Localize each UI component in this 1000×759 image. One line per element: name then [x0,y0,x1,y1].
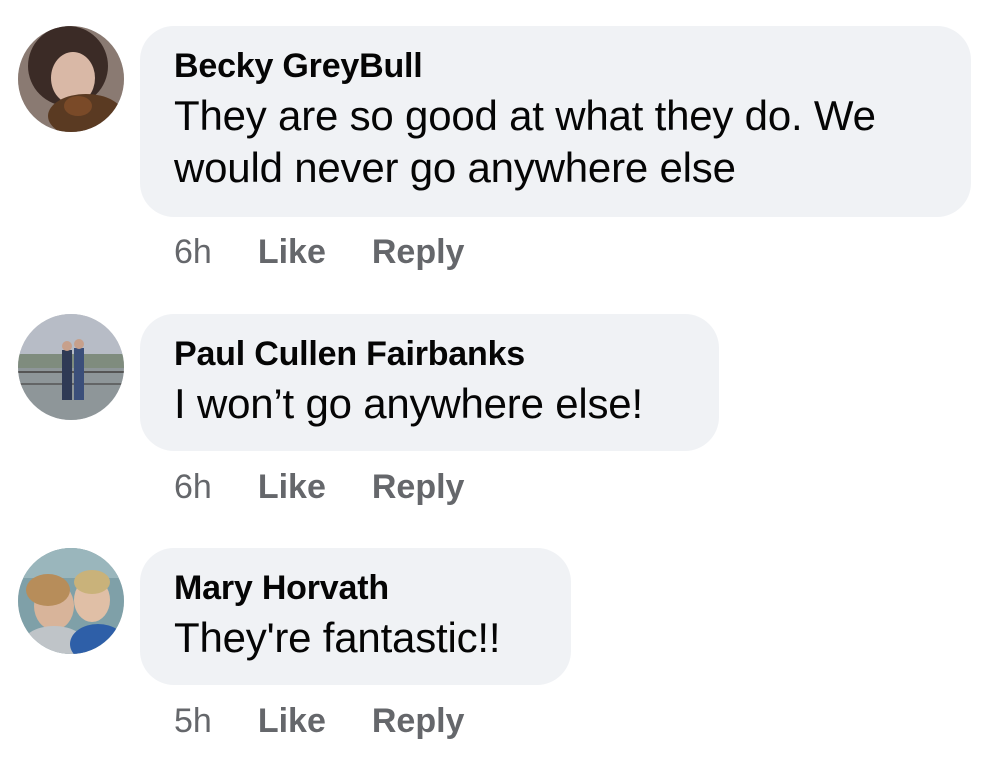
avatar[interactable] [18,314,124,420]
avatar-photo [18,26,124,132]
like-button[interactable]: Like [258,702,326,741]
comment-actions: 5h Like Reply [174,699,510,743]
comment-bubble: Becky GreyBull They are so good at what … [140,26,971,217]
comment-author[interactable]: Mary Horvath [174,568,537,608]
reply-button[interactable]: Reply [372,233,465,272]
comment-author[interactable]: Becky GreyBull [174,46,937,86]
comment-actions: 6h Like Reply [174,230,510,274]
like-button[interactable]: Like [258,468,326,507]
comment-text: I won’t go anywhere else! [174,380,643,427]
comment-text: They're fantastic!! [174,614,501,661]
reply-button[interactable]: Reply [372,468,465,507]
comment-actions: 6h Like Reply [174,465,510,509]
comment-bubble: Mary Horvath They're fantastic!! [140,548,571,685]
comment-text: They are so good at what they do. We wou… [174,92,876,191]
avatar-photo [18,314,124,420]
avatar[interactable] [18,548,124,654]
avatar[interactable] [18,26,124,132]
comment-timestamp[interactable]: 6h [174,468,212,507]
comment-author[interactable]: Paul Cullen Fairbanks [174,334,685,374]
comment-timestamp[interactable]: 5h [174,702,212,741]
comment-bubble: Paul Cullen Fairbanks I won’t go anywher… [140,314,719,451]
avatar-photo [18,548,124,654]
reply-button[interactable]: Reply [372,702,465,741]
like-button[interactable]: Like [258,233,326,272]
comment-timestamp[interactable]: 6h [174,233,212,272]
